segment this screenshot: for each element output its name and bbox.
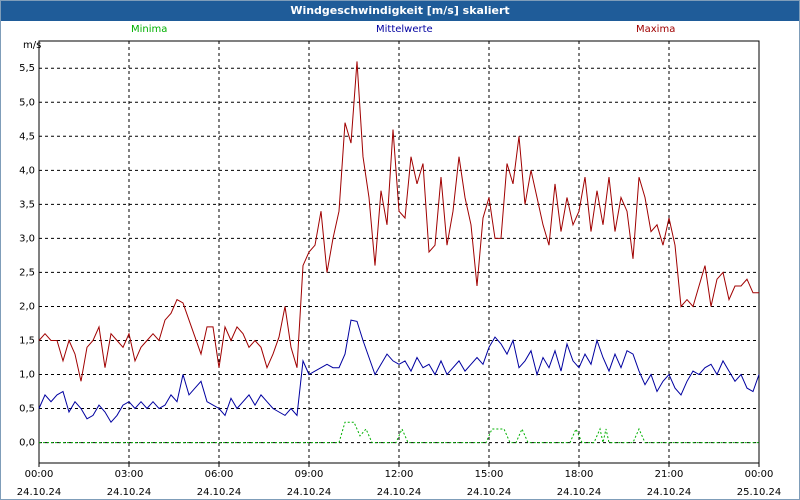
x-tick-date: 24.10.24	[647, 487, 692, 498]
x-tick-date: 24.10.24	[557, 487, 602, 498]
chart-window: Windgeschwindigkeit [m/s] skaliert Minim…	[0, 0, 800, 500]
y-tick-label: 4,0	[19, 165, 35, 176]
x-tick-date: 24.10.24	[287, 487, 332, 498]
y-tick-label: 0,5	[19, 404, 35, 415]
x-tick-date: 24.10.24	[107, 487, 152, 498]
y-tick-label: 5,5	[19, 63, 35, 74]
x-tick-date: 25.10.24	[737, 487, 782, 498]
x-tick-time: 15:00	[475, 469, 504, 480]
x-tick-date: 24.10.24	[377, 487, 422, 498]
x-tick-date: 24.10.24	[17, 487, 62, 498]
x-tick-date: 24.10.24	[197, 487, 242, 498]
x-tick-time: 00:00	[745, 469, 774, 480]
y-tick-label: 4,5	[19, 131, 35, 142]
x-tick-time: 03:00	[115, 469, 144, 480]
line-chart: 0,0 0,5 1,0 1,5 2,0 2,5 3,0 3,5 4,0 4,5 5,0 5,5 00:0…	[17, 40, 782, 498]
y-tick-label: 3,5	[19, 199, 35, 210]
y-tick-label: 2,0	[19, 301, 35, 312]
y-tick-label: 0,0	[19, 438, 35, 449]
y-tick-label: 1,0	[19, 370, 35, 381]
x-tick-time: 06:00	[205, 469, 234, 480]
y-tick-label: 3,0	[19, 233, 35, 244]
x-tick-time: 00:00	[25, 469, 54, 480]
x-tick-time: 12:00	[385, 469, 414, 480]
x-tick-date: 24.10.24	[467, 487, 512, 498]
y-tick-label: 1,5	[19, 335, 35, 346]
x-tick-time: 18:00	[565, 469, 594, 480]
x-tick-time: 21:00	[655, 469, 684, 480]
y-tick-label: 2,5	[19, 267, 35, 278]
y-tick-label: 5,0	[19, 97, 35, 108]
x-tick-time: 09:00	[295, 469, 324, 480]
